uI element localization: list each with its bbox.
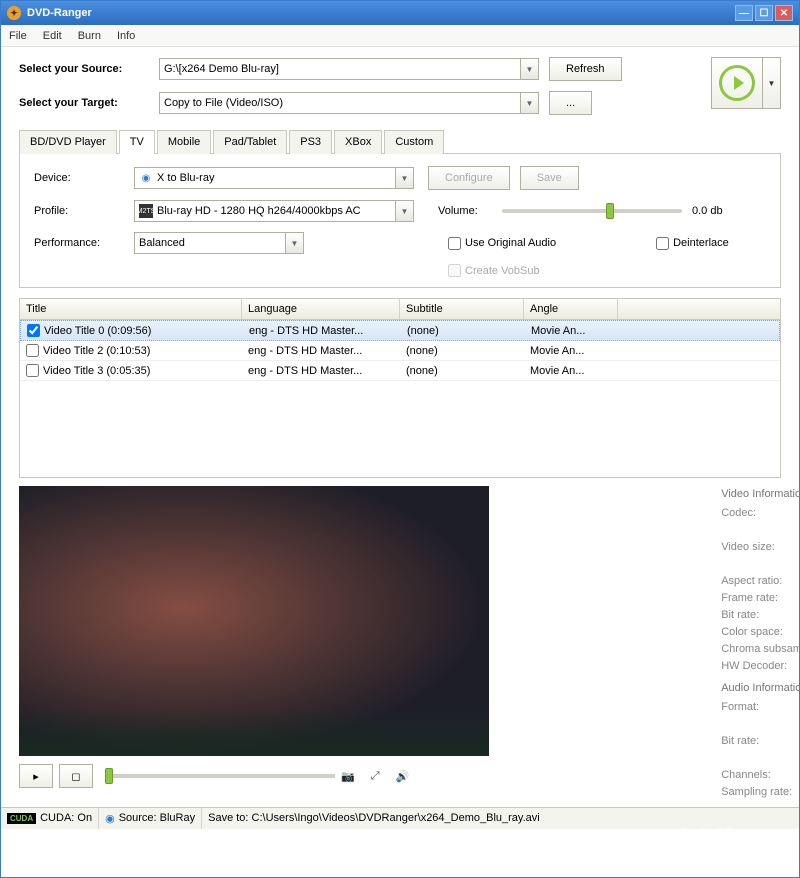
menu-edit[interactable]: Edit bbox=[43, 30, 62, 42]
target-value: Copy to File (Video/ISO) bbox=[164, 97, 283, 109]
row-check[interactable] bbox=[27, 324, 40, 337]
video-preview[interactable] bbox=[19, 486, 489, 756]
profile-combo[interactable]: M2TS Blu-ray HD - 1280 HQ h264/4000kbps … bbox=[134, 200, 414, 222]
info-panel: Video Information Codec:Advanced Video C… bbox=[721, 486, 800, 801]
tab-bddvd[interactable]: BD/DVD Player bbox=[19, 130, 117, 154]
close-button[interactable]: ✕ bbox=[775, 5, 793, 21]
tab-padtablet[interactable]: Pad/Tablet bbox=[213, 130, 287, 154]
info-row: Channels:6 bbox=[721, 767, 800, 784]
th-language[interactable]: Language bbox=[242, 299, 400, 319]
disc-icon: ◉ bbox=[139, 171, 153, 185]
tab-xbox[interactable]: XBox bbox=[334, 130, 382, 154]
progress-slider[interactable] bbox=[105, 774, 335, 778]
refresh-button[interactable]: Refresh bbox=[549, 57, 622, 81]
statusbar: CUDACUDA: On ◉Source: BluRay Save to: C:… bbox=[1, 807, 799, 829]
go-dropdown[interactable]: ▼ bbox=[763, 57, 781, 109]
video-info-head: Video Information bbox=[721, 486, 800, 503]
device-label: Device: bbox=[34, 172, 134, 184]
status-saveto: Save to: C:\Users\Ingo\Videos\DVDRanger\… bbox=[202, 808, 799, 829]
window-title: DVD-Ranger bbox=[27, 7, 735, 19]
title-table: Title Language Subtitle Angle Video Titl… bbox=[19, 298, 781, 478]
play-button[interactable]: ▸ bbox=[19, 764, 53, 788]
volume-slider[interactable] bbox=[502, 209, 682, 213]
save-button[interactable]: Save bbox=[520, 166, 579, 190]
info-row: Codec:Advanced Video Coding bbox=[721, 505, 800, 539]
info-row: Format:DTS Coherent Acoustics bbox=[721, 699, 800, 733]
info-row: Frame rate:24.00 bbox=[721, 590, 800, 607]
m2ts-icon: M2TS bbox=[139, 204, 153, 218]
source-value: G:\[x264 Demo Blu-ray] bbox=[164, 63, 279, 75]
go-button[interactable] bbox=[711, 57, 763, 109]
app-icon: ✦ bbox=[7, 6, 21, 20]
arrow-right-icon bbox=[719, 65, 755, 101]
tab-mobile[interactable]: Mobile bbox=[157, 130, 211, 154]
menu-burn[interactable]: Burn bbox=[78, 30, 101, 42]
performance-label: Performance: bbox=[34, 237, 134, 249]
th-angle[interactable]: Angle bbox=[524, 299, 618, 319]
source-label: Select your Source: bbox=[19, 63, 159, 75]
stop-button[interactable]: ◻ bbox=[59, 764, 93, 788]
row-check[interactable] bbox=[26, 364, 39, 377]
camera-icon[interactable]: 📷 bbox=[341, 770, 355, 783]
tab-custom[interactable]: Custom bbox=[384, 130, 444, 154]
status-source: ◉Source: BluRay bbox=[99, 808, 202, 829]
deinterlace-check[interactable]: Deinterlace bbox=[656, 237, 729, 250]
table-row[interactable]: Video Title 3 (0:05:35)eng - DTS HD Mast… bbox=[20, 361, 780, 381]
device-combo[interactable]: ◉ X to Blu-ray ▼ bbox=[134, 167, 414, 189]
menu-file[interactable]: File bbox=[9, 30, 27, 42]
profile-value: Blu-ray HD - 1280 HQ h264/4000kbps AC bbox=[157, 205, 361, 217]
info-row: Bit rate:1536 Kbps bbox=[721, 733, 800, 767]
tab-content: Device: ◉ X to Blu-ray ▼ Configure Save … bbox=[19, 154, 781, 288]
chevron-down-icon[interactable]: ▼ bbox=[520, 93, 538, 113]
tab-bar: BD/DVD Player TV Mobile Pad/Tablet PS3 X… bbox=[19, 129, 781, 154]
info-row: Chroma subsampling:4:2:0 bbox=[721, 641, 800, 658]
tab-tv[interactable]: TV bbox=[119, 130, 155, 154]
target-combo[interactable]: Copy to File (Video/ISO) ▼ bbox=[159, 92, 539, 114]
speaker-icon[interactable]: 🔊 bbox=[396, 770, 410, 783]
chevron-down-icon[interactable]: ▼ bbox=[520, 59, 538, 79]
performance-value: Balanced bbox=[139, 237, 185, 249]
target-label: Select your Target: bbox=[19, 97, 159, 109]
audio-info-head: Audio Information bbox=[721, 680, 800, 697]
menubar: File Edit Burn Info bbox=[1, 25, 799, 47]
device-value: X to Blu-ray bbox=[157, 172, 214, 184]
minimize-button[interactable]: — bbox=[735, 5, 753, 21]
info-row: Sampling rate:48000 bbox=[721, 784, 800, 801]
volume-value: 0.0 db bbox=[692, 205, 723, 217]
info-row: Color space:YUV bbox=[721, 624, 800, 641]
row-check[interactable] bbox=[26, 344, 39, 357]
volume-label: Volume: bbox=[438, 205, 502, 217]
titlebar: ✦ DVD-Ranger — ☐ ✕ bbox=[1, 1, 799, 25]
chevron-down-icon[interactable]: ▼ bbox=[395, 168, 413, 188]
tab-ps3[interactable]: PS3 bbox=[289, 130, 332, 154]
original-audio-check[interactable]: Use Original Audio bbox=[448, 237, 556, 250]
table-row[interactable]: Video Title 2 (0:10:53)eng - DTS HD Mast… bbox=[20, 341, 780, 361]
browse-button[interactable]: ... bbox=[549, 91, 592, 115]
th-subtitle[interactable]: Subtitle bbox=[400, 299, 524, 319]
info-row: Video size:1920 / 1080 bbox=[721, 539, 800, 573]
configure-button[interactable]: Configure bbox=[428, 166, 510, 190]
info-row: HW Decoder:Disabled bbox=[721, 658, 800, 675]
status-cuda: CUDACUDA: On bbox=[1, 808, 99, 829]
performance-combo[interactable]: Balanced ▼ bbox=[134, 232, 304, 254]
profile-label: Profile: bbox=[34, 205, 134, 217]
maximize-button[interactable]: ☐ bbox=[755, 5, 773, 21]
crop-icon[interactable]: ⤢ bbox=[371, 770, 380, 783]
info-row: Aspect ratio:16:9 bbox=[721, 573, 800, 590]
table-row[interactable]: Video Title 0 (0:09:56)eng - DTS HD Mast… bbox=[20, 320, 780, 341]
chevron-down-icon[interactable]: ▼ bbox=[285, 233, 303, 253]
menu-info[interactable]: Info bbox=[117, 30, 135, 42]
th-title[interactable]: Title bbox=[20, 299, 242, 319]
source-combo[interactable]: G:\[x264 Demo Blu-ray] ▼ bbox=[159, 58, 539, 80]
chevron-down-icon[interactable]: ▼ bbox=[395, 201, 413, 221]
vobsub-check: Create VobSub bbox=[448, 264, 540, 277]
th-spacer bbox=[618, 299, 780, 319]
info-row: Bit rate:N/A bbox=[721, 607, 800, 624]
